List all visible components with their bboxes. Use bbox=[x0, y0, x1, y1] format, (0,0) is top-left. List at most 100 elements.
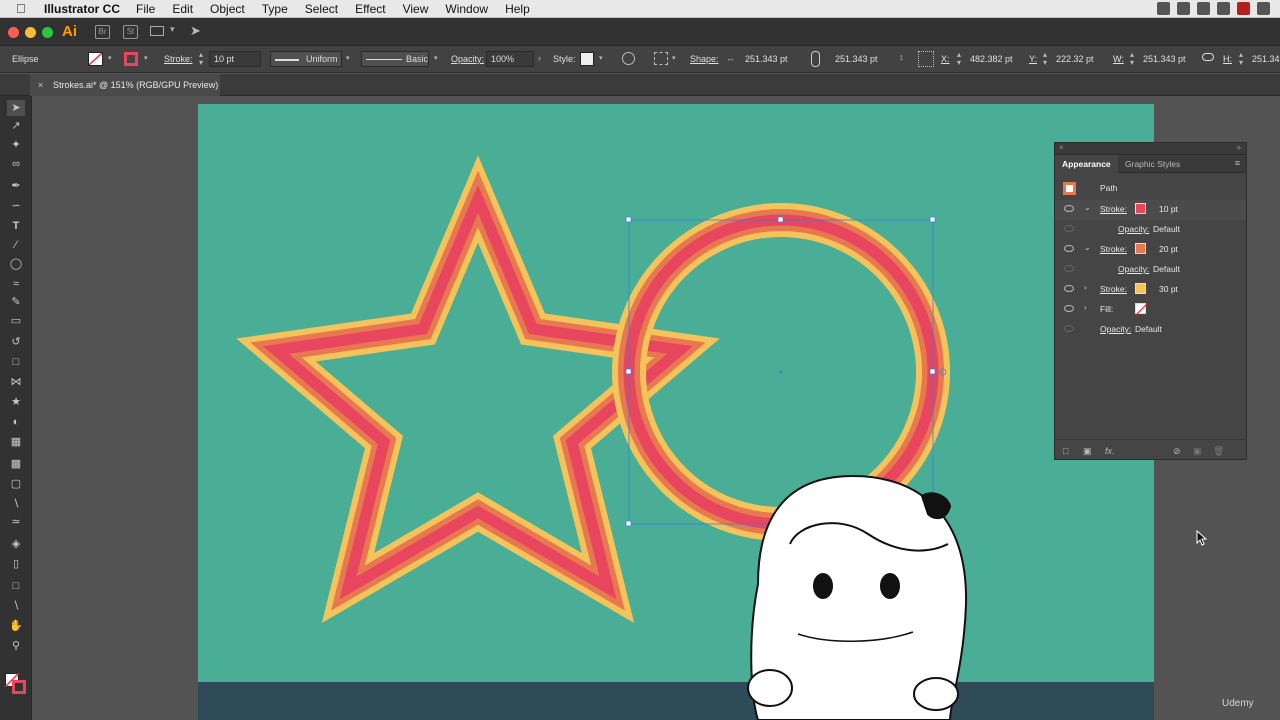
opacity-label[interactable]: Opacity: bbox=[1118, 264, 1149, 274]
reference-point-icon[interactable] bbox=[918, 51, 934, 67]
sync-icon[interactable] bbox=[1177, 2, 1190, 15]
rotate-tool-icon[interactable]: ↺ bbox=[9, 336, 23, 348]
close-panel-icon[interactable]: × bbox=[1059, 143, 1064, 152]
fill-stroke-swatches[interactable] bbox=[5, 673, 27, 695]
style-swatch[interactable] bbox=[580, 52, 594, 66]
panel-title-bar[interactable]: × » bbox=[1055, 143, 1246, 155]
chevron-down-icon[interactable]: ▾ bbox=[434, 54, 438, 62]
stroke-label[interactable]: Stroke: bbox=[1100, 244, 1127, 254]
stroke-swatch[interactable] bbox=[124, 52, 138, 66]
artboard-tool-icon[interactable]: □ bbox=[9, 580, 23, 592]
column-graph-tool-icon[interactable]: ▯ bbox=[9, 558, 23, 570]
chevron-down-icon[interactable]: ▾ bbox=[346, 54, 350, 62]
chevron-right-icon[interactable]: › bbox=[538, 53, 541, 63]
blend-tool-icon[interactable]: ≃ bbox=[9, 516, 23, 528]
stroke-weight[interactable]: 30 pt bbox=[1159, 284, 1178, 294]
menu-view[interactable]: View bbox=[403, 2, 429, 16]
brush-definition[interactable]: Basic bbox=[361, 51, 429, 67]
stepper-icon[interactable]: ▴ ▾ bbox=[1043, 51, 1047, 67]
visibility-eye-icon[interactable] bbox=[1064, 225, 1074, 232]
opacity-field[interactable]: 100% bbox=[486, 51, 534, 67]
stepper-icon[interactable]: ▴ ▾ bbox=[1239, 51, 1243, 67]
chevron-down-icon[interactable]: ▾ bbox=[672, 54, 676, 62]
align-icon[interactable] bbox=[654, 52, 668, 65]
arrange-documents-icon[interactable] bbox=[150, 26, 164, 36]
close-tab-icon[interactable]: × bbox=[38, 74, 43, 96]
stroke-weight-field[interactable]: 10 pt bbox=[209, 51, 261, 67]
menu-file[interactable]: File bbox=[136, 2, 155, 16]
lasso-tool-icon[interactable]: ∞ bbox=[9, 158, 23, 170]
record-icon[interactable] bbox=[1237, 2, 1250, 15]
minimize-window-button[interactable] bbox=[25, 27, 36, 38]
opacity-label[interactable]: Opacity: bbox=[1118, 224, 1149, 234]
visibility-eye-icon[interactable] bbox=[1064, 205, 1074, 212]
add-new-stroke-icon[interactable]: □ bbox=[1063, 446, 1068, 456]
dropbox-icon[interactable] bbox=[1157, 2, 1170, 15]
stepper-icon[interactable]: ▴ ▾ bbox=[957, 51, 961, 67]
stroke-indicator[interactable] bbox=[12, 680, 26, 694]
line-tool-icon[interactable]: ∕ bbox=[9, 239, 23, 251]
symbol-sprayer-tool-icon[interactable]: ◈ bbox=[9, 538, 23, 550]
stock-button[interactable]: St bbox=[123, 25, 138, 39]
stroke-label[interactable]: Stroke: bbox=[1100, 204, 1127, 214]
stroke-color-swatch[interactable] bbox=[1135, 203, 1146, 214]
opacity-row-3[interactable]: Opacity: Default bbox=[1055, 320, 1246, 340]
fill-label[interactable]: Fill: bbox=[1100, 304, 1113, 314]
opacity-row-2[interactable]: Opacity: Default bbox=[1055, 260, 1246, 280]
stroke-color-swatch[interactable] bbox=[1135, 283, 1146, 294]
ellipse-tool-icon[interactable]: ◯ bbox=[9, 258, 23, 270]
pen-tool-icon[interactable]: ✒ bbox=[9, 180, 23, 192]
direct-selection-tool-icon[interactable]: ↗ bbox=[9, 120, 23, 132]
visibility-eye-icon[interactable] bbox=[1064, 285, 1074, 292]
magic-wand-tool-icon[interactable]: ✦ bbox=[9, 139, 23, 151]
stroke-weight[interactable]: 10 pt bbox=[1159, 204, 1178, 214]
panel-menu-icon[interactable]: ≡ bbox=[1235, 158, 1240, 168]
chevron-down-icon[interactable]: ▾ bbox=[144, 54, 148, 62]
shape-width-field[interactable]: 251.343 pt bbox=[745, 54, 788, 64]
app-name[interactable]: Illustrator CC bbox=[44, 2, 120, 16]
chevron-down-icon[interactable]: ▾ bbox=[170, 24, 175, 35]
chevron-down-icon[interactable]: ⌄ bbox=[1084, 243, 1091, 252]
tab-appearance[interactable]: Appearance bbox=[1055, 155, 1118, 173]
chevron-right-icon[interactable]: › bbox=[1084, 303, 1087, 312]
zoom-window-button[interactable] bbox=[42, 27, 53, 38]
add-new-fill-icon[interactable]: ▣ bbox=[1083, 446, 1092, 457]
constrain-link-icon[interactable] bbox=[1202, 53, 1214, 61]
display-icon[interactable] bbox=[1197, 2, 1210, 15]
visibility-eye-icon[interactable] bbox=[1064, 325, 1074, 332]
paintbrush-tool-icon[interactable]: ≈ bbox=[9, 278, 23, 290]
menu-select[interactable]: Select bbox=[305, 2, 338, 16]
menu-type[interactable]: Type bbox=[262, 2, 288, 16]
type-tool-icon[interactable]: T bbox=[9, 220, 23, 232]
apple-icon[interactable]:  bbox=[16, 1, 30, 16]
width-tool-icon[interactable]: ⋈ bbox=[9, 376, 23, 388]
opacity-value[interactable]: Default bbox=[1153, 264, 1180, 274]
fill-row[interactable]: › Fill: bbox=[1055, 300, 1246, 320]
clock-icon[interactable] bbox=[1257, 2, 1270, 15]
close-window-button[interactable] bbox=[8, 27, 19, 38]
visibility-eye-icon[interactable] bbox=[1064, 265, 1074, 272]
gradient-tool-icon[interactable]: ▢ bbox=[9, 478, 23, 490]
y-field[interactable]: 222.32 pt bbox=[1056, 54, 1094, 64]
stroke-row-2[interactable]: ⌄ Stroke: 20 pt bbox=[1055, 240, 1246, 260]
stroke-color-swatch[interactable] bbox=[1135, 243, 1146, 254]
chevron-down-icon[interactable]: ▾ bbox=[108, 54, 112, 62]
menu-object[interactable]: Object bbox=[210, 2, 245, 16]
selection-tool-icon[interactable]: ➤ bbox=[7, 100, 25, 116]
eyedropper-tool-icon[interactable]: ∖ bbox=[9, 498, 23, 510]
eraser-tool-icon[interactable]: ▭ bbox=[9, 315, 23, 327]
duplicate-item-icon[interactable]: ▣ bbox=[1193, 446, 1202, 457]
chevron-down-icon[interactable]: ⌄ bbox=[1084, 203, 1091, 212]
menu-effect[interactable]: Effect bbox=[355, 2, 385, 16]
artwork[interactable] bbox=[198, 104, 1154, 720]
puppet-warp-tool-icon[interactable]: ★ bbox=[9, 396, 23, 408]
tab-graphic-styles[interactable]: Graphic Styles bbox=[1118, 155, 1187, 173]
w-field[interactable]: 251.343 pt bbox=[1143, 54, 1186, 64]
menu-help[interactable]: Help bbox=[505, 2, 530, 16]
mesh-tool-icon[interactable]: ▩ bbox=[9, 458, 23, 470]
drive-icon[interactable] bbox=[1217, 2, 1230, 15]
stroke-weight[interactable]: 20 pt bbox=[1159, 244, 1178, 254]
shape-height-field[interactable]: 251.343 pt bbox=[835, 54, 878, 64]
curvature-tool-icon[interactable]: ∽ bbox=[9, 200, 23, 212]
shape-builder-tool-icon[interactable]: ◐ bbox=[9, 416, 23, 428]
